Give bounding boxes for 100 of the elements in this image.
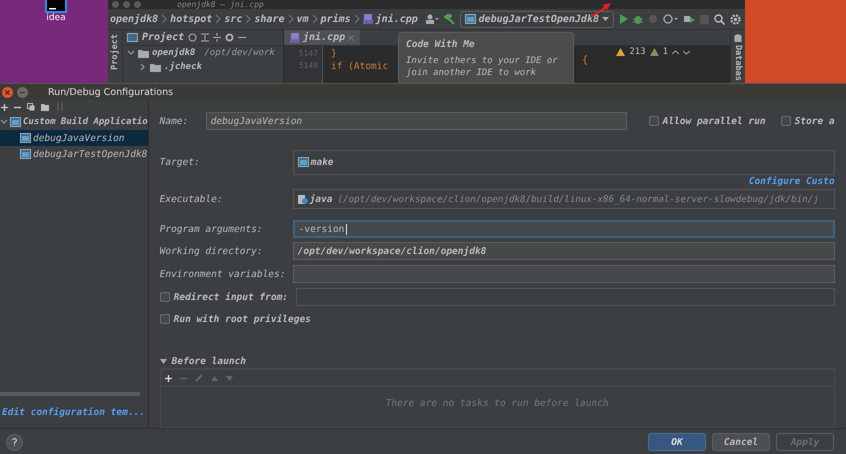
breadcrumb[interactable]: openjdk8 xyxy=(110,14,158,24)
tree-item[interactable]: openjdk8 xyxy=(152,48,196,58)
target-icon[interactable] xyxy=(188,33,198,42)
breadcrumb[interactable]: prims xyxy=(320,14,351,24)
breadcrumb[interactable]: hotspot xyxy=(170,14,212,24)
configure-link[interactable]: Configure Custo xyxy=(748,176,835,187)
chevron-icon xyxy=(161,14,168,24)
file-icon xyxy=(290,32,300,42)
target-dropdown[interactable]: make xyxy=(292,150,835,175)
text-field[interactable]: -version xyxy=(292,220,835,238)
panel-icon xyxy=(127,33,138,42)
tool-window-tab[interactable]: Project xyxy=(110,34,120,70)
checkbox[interactable] xyxy=(160,314,170,324)
help-button[interactable] xyxy=(6,434,23,450)
database-icon xyxy=(734,34,742,43)
field-label: Target: xyxy=(160,156,201,168)
app-icon xyxy=(45,0,67,13)
tooltip-text: Invite others to your IDE or join another IDE to work xyxy=(406,55,559,79)
field-label: Working directory: xyxy=(160,246,264,257)
checkbox-label[interactable]: Store a xyxy=(794,116,835,126)
chevron-icon[interactable] xyxy=(127,49,135,57)
down-icon[interactable] xyxy=(226,376,233,381)
tooltip-title: Code With Me xyxy=(406,39,476,50)
close-icon[interactable] xyxy=(2,86,13,98)
checkbox-label[interactable]: Redirect input from: xyxy=(174,292,288,303)
folder-icon[interactable] xyxy=(41,103,50,111)
add-icon[interactable] xyxy=(1,104,8,110)
up-icon[interactable] xyxy=(210,376,218,381)
chevron-icon[interactable] xyxy=(160,359,167,364)
minimize-icon[interactable] xyxy=(17,86,28,98)
text-cursor xyxy=(346,224,348,235)
checkbox[interactable] xyxy=(160,292,170,302)
breadcrumb[interactable]: share xyxy=(254,14,284,24)
text-field[interactable]: /opt/dev/workspace/clion/openjdk8 xyxy=(292,242,835,260)
warning-count: 213 xyxy=(629,47,646,57)
chevron-icon[interactable] xyxy=(139,63,147,71)
field-label: Program arguments: xyxy=(160,224,264,235)
run-config-selector[interactable]: debugJarTestOpenJdk8 xyxy=(460,10,614,28)
dialog-title: Run/Debug Configurations xyxy=(48,86,174,98)
warning-icon xyxy=(650,48,659,56)
breadcrumb[interactable]: src xyxy=(224,14,242,24)
attach-icon[interactable] xyxy=(684,14,695,24)
folder-icon xyxy=(150,62,161,72)
checkbox-label[interactable]: Allow parallel run xyxy=(662,116,766,126)
templates-link[interactable]: Edit configuration tem... xyxy=(2,407,145,418)
folder-path: /opt/dev/work xyxy=(204,48,275,58)
config-icon xyxy=(298,157,309,168)
chevron-icon[interactable] xyxy=(0,118,8,126)
warning-icon xyxy=(616,48,626,56)
dialog-button[interactable]: Cancel xyxy=(712,433,770,451)
copy-icon[interactable] xyxy=(27,103,35,111)
search-icon[interactable] xyxy=(714,14,725,24)
code-line: } xyxy=(331,48,338,59)
checkbox[interactable] xyxy=(780,116,791,126)
dialog-button[interactable]: OK xyxy=(648,433,706,451)
section-title[interactable]: Before launch xyxy=(172,356,246,368)
code-line: if (Atomic xyxy=(331,61,388,72)
breadcrumb[interactable]: jni.cpp xyxy=(376,14,418,24)
hammer-icon[interactable] xyxy=(444,14,455,24)
run-icon[interactable] xyxy=(619,14,628,24)
tree-item[interactable]: .jcheck xyxy=(164,62,202,72)
chevron-icon xyxy=(245,14,252,24)
config-icon xyxy=(10,117,21,127)
chevron-icon xyxy=(354,14,360,24)
executable-dropdown[interactable]: java (/opt/dev/workspace/clion/openjdk8/build/linux-x86_64-normal-server-slowdebug/jdk/bin/j xyxy=(292,189,835,210)
user-icon[interactable] xyxy=(424,14,439,24)
checkbox-label[interactable]: Run with root privileges xyxy=(174,314,311,325)
tree-group[interactable]: Custom Build Applicatio xyxy=(23,117,148,127)
java-icon xyxy=(298,194,308,204)
add-icon[interactable] xyxy=(164,374,172,382)
collapse-icon[interactable] xyxy=(213,33,222,42)
caret-icon xyxy=(602,16,609,22)
empty-message: There are no tasks to run before launch xyxy=(386,398,609,409)
field-label: Name: xyxy=(160,116,190,126)
file-icon xyxy=(362,14,373,24)
name-field[interactable]: debugJavaVersion xyxy=(206,112,627,130)
settings-icon[interactable] xyxy=(730,14,741,24)
settings-icon[interactable] xyxy=(225,33,234,42)
config-icon xyxy=(20,133,31,143)
text-field[interactable] xyxy=(292,265,835,284)
chevron-icon xyxy=(288,14,294,24)
folder-icon xyxy=(138,48,149,58)
warning-count: 1 xyxy=(662,47,668,57)
tree-item[interactable]: debugJarTestOpenJdk8 xyxy=(0,146,148,162)
field-label: Environment variables: xyxy=(160,268,286,280)
chevron-icon xyxy=(215,14,222,24)
text-field[interactable] xyxy=(296,288,835,306)
breadcrumb[interactable]: vm xyxy=(296,14,309,24)
code-line: { xyxy=(582,55,588,66)
tree-item[interactable]: debugJavaVersion xyxy=(0,130,148,146)
field-label: Executable: xyxy=(160,194,224,205)
chevron-icon xyxy=(312,14,318,24)
icon-label: idea xyxy=(46,13,66,23)
bug-icon[interactable] xyxy=(633,14,643,24)
tool-window-tab[interactable]: Databas xyxy=(733,45,743,81)
checkbox[interactable] xyxy=(648,116,659,126)
config-icon xyxy=(464,14,476,24)
expand-icon[interactable] xyxy=(201,33,210,42)
editor-tab[interactable]: jni.cpp xyxy=(284,30,360,45)
edit-icon[interactable] xyxy=(194,374,203,382)
